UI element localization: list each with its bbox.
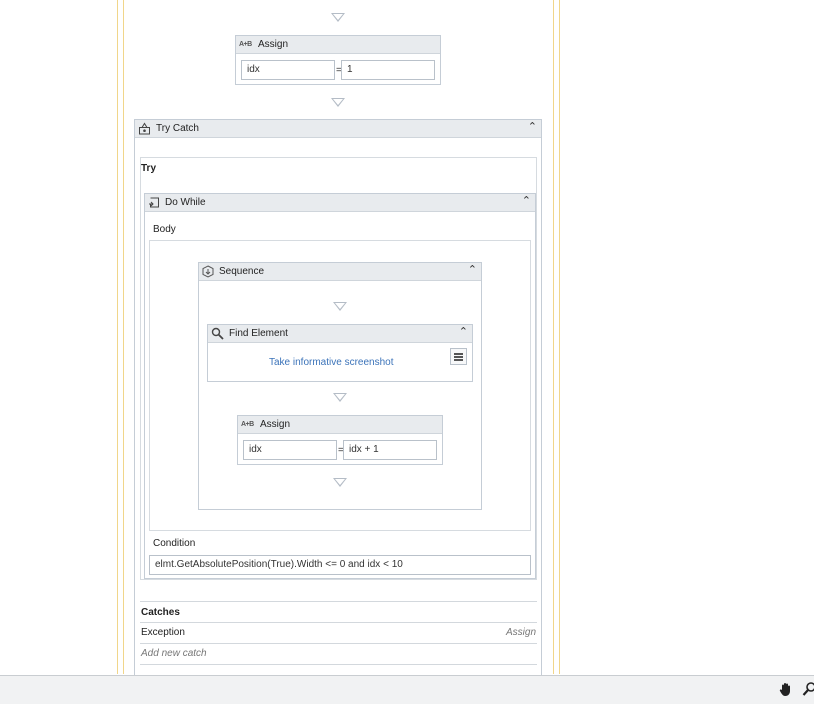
- sequence-guide-right: [553, 0, 554, 674]
- double-chevron-up-icon[interactable]: ⌃: [522, 195, 531, 208]
- assign-title: Assign: [260, 419, 291, 430]
- drop-indicator[interactable]: [331, 98, 345, 107]
- assign-to-field[interactable]: idx: [243, 440, 337, 460]
- divider: [140, 601, 537, 602]
- sequence-title: Sequence: [219, 266, 265, 277]
- body-label: Body: [153, 224, 176, 235]
- sequence-icon: [202, 265, 214, 278]
- menu-icon[interactable]: [450, 348, 467, 365]
- sequence-activity[interactable]: Sequence ⌃ Find Element ⌃ Take informati…: [198, 262, 482, 510]
- sequence-guide-right-inner: [559, 0, 560, 674]
- condition-field[interactable]: elmt.GetAbsolutePosition(True).Width <= …: [149, 555, 531, 575]
- sequence-header: Sequence ⌃: [199, 263, 481, 281]
- do-while-icon: [149, 197, 159, 208]
- try-catch-title: Try Catch: [156, 123, 199, 134]
- assign-activity-top[interactable]: A+B Assign idx = 1: [235, 35, 441, 85]
- assign-activity-inner[interactable]: A+B Assign idx = idx + 1: [237, 415, 443, 465]
- divider: [140, 664, 537, 665]
- try-catch-header: Try Catch ⌃: [135, 120, 541, 138]
- magnifier-icon[interactable]: [802, 681, 814, 697]
- search-icon: [211, 327, 224, 340]
- assign-header: A+B Assign: [236, 36, 440, 54]
- double-chevron-up-icon[interactable]: ⌃: [528, 121, 537, 134]
- try-label: Try: [141, 163, 157, 174]
- hand-pan-icon[interactable]: [778, 681, 794, 697]
- drop-indicator[interactable]: [333, 302, 347, 311]
- catches-header: Catches: [141, 607, 180, 618]
- double-chevron-up-icon[interactable]: ⌃: [468, 264, 477, 277]
- assign-value-field[interactable]: 1: [341, 60, 435, 80]
- find-element-header: Find Element ⌃: [208, 325, 472, 343]
- assign-to-field[interactable]: idx: [241, 60, 335, 80]
- exception-action[interactable]: Assign: [506, 627, 536, 638]
- double-chevron-up-icon[interactable]: ⌃: [459, 326, 468, 339]
- assign-header: A+B Assign: [238, 416, 442, 434]
- drop-indicator[interactable]: [333, 478, 347, 487]
- find-element-title: Find Element: [229, 328, 288, 339]
- assign-title: Assign: [258, 39, 289, 50]
- condition-label: Condition: [153, 538, 196, 549]
- exception-label[interactable]: Exception: [141, 627, 185, 638]
- sequence-guide-left: [117, 0, 118, 674]
- do-while-header: Do While ⌃: [145, 194, 535, 212]
- sequence-guide-left-inner: [123, 0, 124, 674]
- do-while-title: Do While: [165, 197, 206, 208]
- drop-indicator[interactable]: [333, 393, 347, 402]
- take-screenshot-link[interactable]: Take informative screenshot: [269, 357, 394, 368]
- do-while-activity[interactable]: Do While ⌃ Body Sequence ⌃ Find Element …: [144, 193, 536, 579]
- status-bar: [0, 675, 814, 704]
- assign-icon: A+B: [241, 421, 254, 428]
- try-catch-icon: [139, 122, 150, 135]
- assign-icon: A+B: [239, 41, 252, 48]
- try-catch-activity[interactable]: Try Catch ⌃ Try Do While ⌃ Body Sequence: [134, 119, 542, 679]
- divider: [140, 643, 537, 644]
- divider: [140, 622, 537, 623]
- find-element-activity[interactable]: Find Element ⌃ Take informative screensh…: [207, 324, 473, 382]
- assign-value-field[interactable]: idx + 1: [343, 440, 437, 460]
- add-new-catch[interactable]: Add new catch: [141, 648, 207, 659]
- drop-indicator[interactable]: [331, 13, 345, 22]
